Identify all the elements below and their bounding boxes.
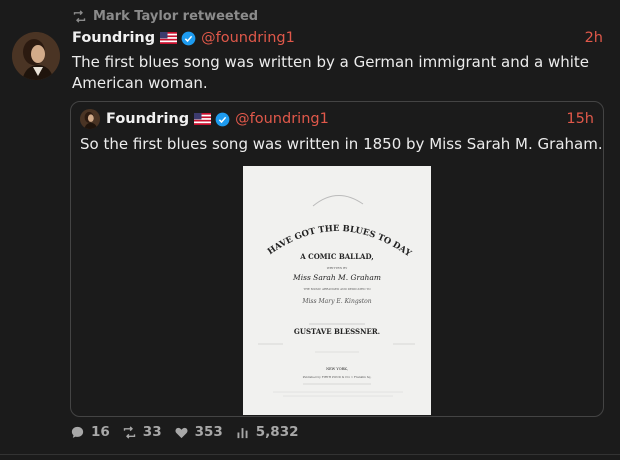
cover-dedicatee: Miss Mary E. Kingston xyxy=(301,298,371,305)
retweet-count: 33 xyxy=(142,424,162,440)
reply-button[interactable]: 16 xyxy=(70,424,110,440)
retweet-indicator[interactable]: Mark Taylor retweeted xyxy=(72,9,258,24)
cover-author: Miss Sarah M. Graham xyxy=(292,273,381,282)
tweet-text: The first blues song was written by a Ge… xyxy=(72,53,590,92)
quoted-tweet[interactable]: Foundring @foundring1 15h So the first b… xyxy=(70,101,604,417)
verified-badge-icon xyxy=(181,31,196,45)
retweet-text: Mark Taylor retweeted xyxy=(93,9,259,24)
verified-badge-icon xyxy=(215,112,230,126)
sheet-music-cover-image[interactable]: I HAVE GOT THE BLUES TO DAY! A COMIC BAL… xyxy=(241,159,431,415)
quoted-author-name[interactable]: Foundring xyxy=(106,111,189,127)
retweet-icon xyxy=(73,10,86,23)
reply-count: 16 xyxy=(91,424,110,440)
author-handle[interactable]: @foundring1 xyxy=(201,30,295,46)
quoted-author-handle[interactable]: @foundring1 xyxy=(235,111,329,127)
reply-icon xyxy=(71,426,84,438)
cover-written-by: WRITTEN BY xyxy=(327,266,348,270)
quoted-author-avatar[interactable] xyxy=(80,109,100,129)
bar-chart-icon xyxy=(237,427,248,438)
like-count: 353 xyxy=(194,424,223,440)
author-avatar[interactable] xyxy=(12,32,60,80)
tweet-header: Foundring @foundring1 2h xyxy=(72,30,603,46)
quoted-tweet-header: Foundring @foundring1 15h xyxy=(80,109,594,129)
cover-city: NEW YORK, xyxy=(326,367,348,371)
us-flag-icon xyxy=(160,32,178,44)
cover-dedication-line: THE MUSIC ARRANGED AND DEDICATED TO xyxy=(303,287,371,291)
like-button[interactable]: 353 xyxy=(174,424,223,440)
retweet-button[interactable]: 33 xyxy=(122,424,162,440)
author-name[interactable]: Foundring xyxy=(72,30,155,46)
view-count: 5,832 xyxy=(255,424,299,440)
tweet-timestamp[interactable]: 2h xyxy=(585,30,603,46)
cover-subtitle: A COMIC BALLAD, xyxy=(299,252,373,261)
tweet-actions: 16 33 353 5,832 xyxy=(70,424,298,440)
views-button[interactable]: 5,832 xyxy=(235,424,299,440)
us-flag-icon xyxy=(194,113,212,125)
quoted-tweet-text: So the first blues song was written in 1… xyxy=(80,135,603,153)
quoted-tweet-timestamp[interactable]: 15h xyxy=(566,111,594,127)
cover-composer: GUSTAVE BLESSNER. xyxy=(294,327,380,336)
divider xyxy=(0,454,620,455)
retweet-icon xyxy=(123,425,135,439)
heart-icon xyxy=(175,427,188,438)
cover-publisher: Published by FIRTH POND & CO. 1 Franklin… xyxy=(303,375,372,379)
